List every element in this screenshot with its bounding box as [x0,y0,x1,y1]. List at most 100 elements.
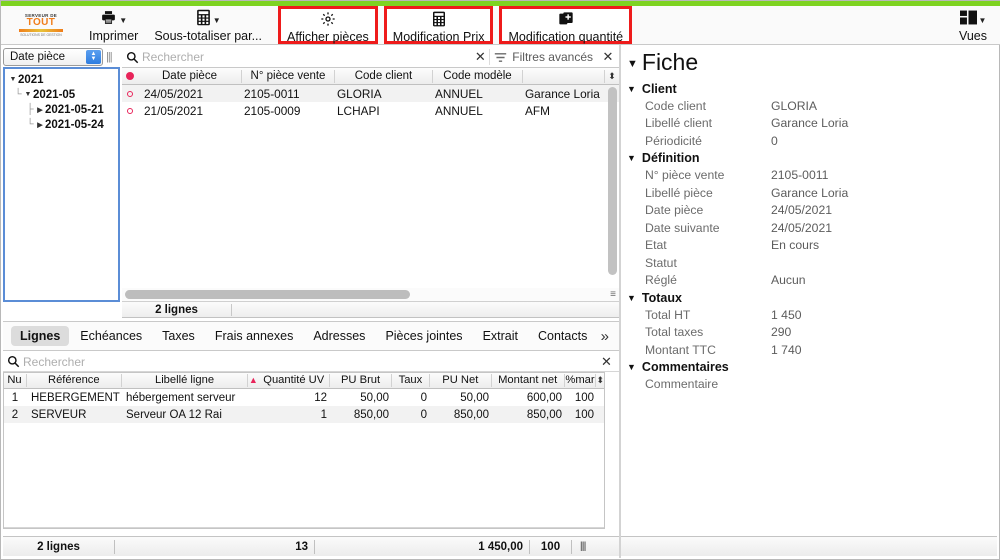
lower-grid-header: Nu Référence Libellé ligne ▲ Quantité UV… [3,372,604,389]
filter-icon [495,52,507,62]
column-header-montant-net[interactable]: Montant net [492,373,565,387]
toolbar-button-modification-quantite[interactable]: Modification quantité [499,6,633,44]
lower-grid-body[interactable]: 1 HEBERGEMENT hébergement serveur 12 50,… [3,389,604,423]
upper-grid-horizontal-scrollbar[interactable]: ≡ [122,288,619,301]
chevron-down-icon[interactable]: ▼ [627,293,636,303]
tree-item-2021[interactable]: ▼ 2021 [5,72,118,87]
tab-frais-annexes[interactable]: Frais annexes [206,326,303,346]
toolbar-button-modification-prix[interactable]: Modification Prix [383,6,494,44]
column-options-icon[interactable]: ⬍ [596,375,604,386]
scrollbar-thumb[interactable] [608,87,617,275]
cell-libelle-ligne: Serveur OA 12 Rai [126,408,222,421]
fiche-field: Statut [623,254,997,272]
toolbar-button-afficher-pieces[interactable]: Afficher pièces [278,6,378,44]
panel-divider[interactable] [619,45,621,558]
chevron-right-icon[interactable]: ▶ [35,106,45,114]
row-status-icon [127,90,133,97]
chevron-down-icon[interactable]: ▼ [23,91,33,98]
logo-underline [19,29,63,32]
tab-extrait[interactable]: Extrait [474,326,527,346]
fiche-field-value: 0 [771,133,778,148]
date-tree-panel[interactable]: ▼ 2021 └ ▼ 2021-05 ├ ▶ 2021-05-21 └ ▶ 20… [3,67,120,302]
column-header-pu-brut[interactable]: PU Brut [330,373,392,387]
tab-pieces-jointes[interactable]: Pièces jointes [376,326,471,346]
tree-item-2021-05-24[interactable]: └ ▶ 2021-05-24 [5,117,118,132]
clear-search-icon[interactable]: ✕ [601,354,619,370]
table-row[interactable]: 2 SERVEUR Serveur OA 12 Rai 1 850,00 0 8… [3,406,604,423]
sort-ascending-icon: ▲ [248,375,258,385]
fiche-field: Périodicité 0 [623,132,997,150]
chevron-down-icon[interactable]: ▼ [627,153,636,163]
column-header-code-modele[interactable]: Code modèle [433,69,523,83]
column-header-quantite-uv[interactable]: Quantité UV [258,373,331,387]
lower-search-input[interactable] [23,354,601,369]
tab-lignes[interactable]: Lignes [11,326,70,346]
table-row[interactable]: 24/05/2021 2105-0011 GLORIA ANNUEL Garan… [122,85,619,102]
cell-date-piece: 24/05/2021 [144,86,204,101]
scrollbar-thumb[interactable] [125,290,410,299]
column-header-marge[interactable]: %mar [565,373,597,387]
upper-grid-vertical-scrollbar[interactable] [607,87,618,285]
close-filters-icon[interactable]: ✕ [601,49,619,65]
column-header-code-client[interactable]: Code client [335,69,433,83]
fiche-field: Commentaire [623,376,997,394]
advanced-filters-button[interactable]: Filtres avancés [489,49,601,65]
fiche-title-label: Fiche [641,49,699,75]
table-row[interactable]: 1 HEBERGEMENT hébergement serveur 12 50,… [3,389,604,406]
fiche-field-key: Date pièce [645,203,704,218]
lower-grid-empty-area[interactable] [3,423,604,528]
fiche-field: Libellé client Garance Loria [623,115,997,133]
toolbar-button-vues[interactable]: ▼ Vues [951,6,1000,44]
upper-grid-body[interactable]: 24/05/2021 2105-0011 GLORIA ANNUEL Garan… [122,85,619,287]
fiche-field-value: 24/05/2021 [771,203,832,218]
fiche-field-value: Garance Loria [771,116,849,131]
fiche-field-key: Etat [645,238,667,253]
chevron-down-icon: ▼ [119,16,128,25]
chevron-down-icon[interactable]: ▼ [627,58,638,70]
toolbar-button-sous-totaliser[interactable]: ▼ Sous-totaliser par... [146,6,270,44]
tab-taxes[interactable]: Taxes [153,326,204,346]
column-header-date-piece[interactable]: Date pièce [138,69,242,83]
fiche-field-value: Garance Loria [771,185,849,200]
table-row[interactable]: 21/05/2021 2105-0009 LCHAPI ANNUEL AFM [122,102,619,119]
grid-options-icon[interactable]: ≡ [610,289,619,299]
tab-contacts[interactable]: Contacts [529,326,596,346]
tree-group-selector[interactable]: Date pièce ▲ ▼ [3,48,103,66]
fiche-field-key: Libellé client [645,116,713,131]
column-header-reference[interactable]: Référence [27,373,122,387]
chevron-double-right-icon[interactable]: » [601,328,619,345]
fiche-section-definition[interactable]: ▼ Définition [623,150,997,167]
fiche-section-label: Commentaires [641,360,729,374]
status-resize-grip[interactable]: ||| [572,541,586,552]
chevron-right-icon[interactable]: ▶ [35,121,45,129]
tab-adresses[interactable]: Adresses [304,326,374,346]
fiche-section-commentaires[interactable]: ▼ Commentaires [623,359,997,376]
chevron-down-icon[interactable]: ▼ [627,84,636,94]
column-header-extra[interactable] [523,69,605,83]
cell-libelle: Garance Loria [525,86,600,101]
column-header-nu[interactable]: Nu [3,373,27,387]
toolbar-button-imprimer[interactable]: ▼ Imprimer [81,6,146,44]
column-header-libelle-ligne[interactable]: Libellé ligne [122,373,249,387]
status-marker-icon [126,72,134,80]
tree-item-2021-05-21[interactable]: ├ ▶ 2021-05-21 [5,102,118,117]
chevron-down-icon[interactable]: ▼ [8,76,18,83]
panel-resize-grip[interactable]: ||| [106,51,113,63]
column-header-pu-net[interactable]: PU Net [430,373,492,387]
tree-item-2021-05[interactable]: └ ▼ 2021-05 [5,87,118,102]
fiche-title[interactable]: ▼ Fiche [623,45,997,80]
tab-echeances[interactable]: Echéances [71,326,151,346]
fiche-section-client[interactable]: ▼ Client [623,80,997,97]
cell-quantite-uv: 1 [320,408,327,421]
upper-search-input[interactable] [142,50,472,64]
fiche-section-totaux[interactable]: ▼ Totaux [623,289,997,306]
layout-icon [959,8,977,27]
column-options-icon[interactable]: ⬍ [605,71,619,82]
tree-branch-line: └ [26,119,34,130]
column-header-taux[interactable]: Taux [392,373,430,387]
column-header-n-piece-vente[interactable]: N° pièce vente [242,69,335,83]
toolbar-label-modification-prix: Modification Prix [392,30,485,44]
chevron-down-icon[interactable]: ▼ [627,362,636,372]
clear-search-icon[interactable]: ✕ [471,49,489,65]
stepper-icon[interactable]: ▲ ▼ [86,50,101,64]
